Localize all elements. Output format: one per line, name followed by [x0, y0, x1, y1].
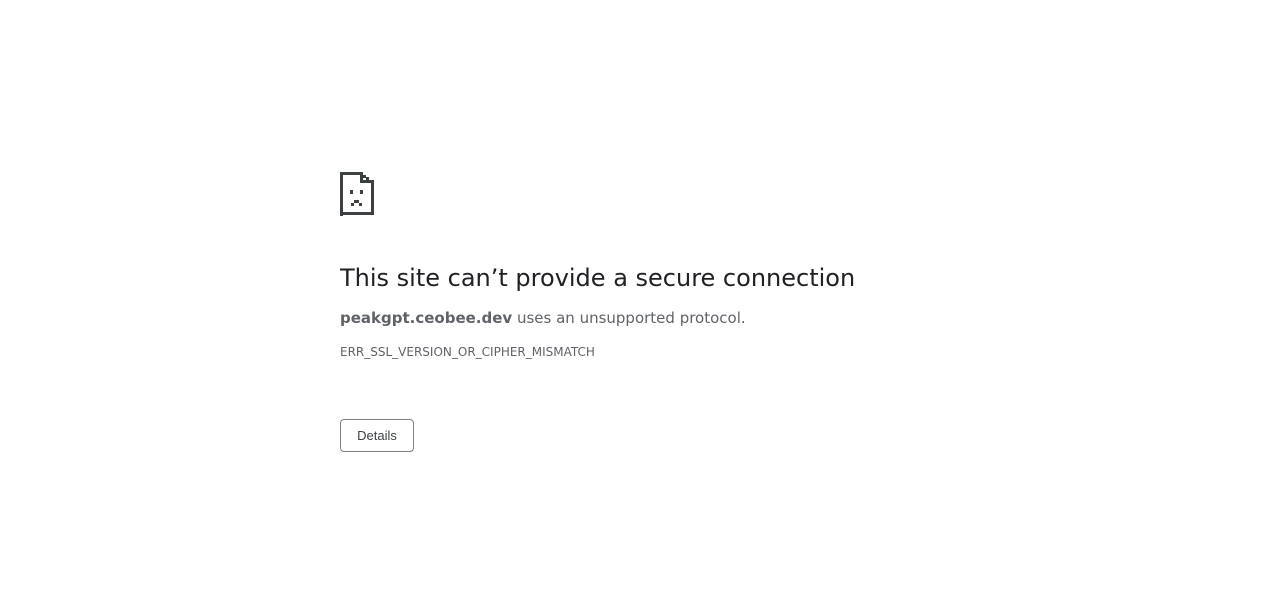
error-code: ERR_SSL_VERSION_OR_CIPHER_MISMATCH: [340, 345, 595, 359]
sad-document-icon: [340, 172, 940, 216]
error-summary: peakgpt.ceobee.dev uses an unsupported p…: [340, 308, 940, 328]
page-title: This site can’t provide a secure connect…: [340, 264, 856, 292]
error-page-content: This site can’t provide a secure connect…: [340, 172, 940, 360]
error-summary-text: uses an unsupported protocol.: [512, 309, 746, 327]
host-name: peakgpt.ceobee.dev: [340, 309, 513, 327]
details-button[interactable]: Details: [340, 419, 414, 452]
